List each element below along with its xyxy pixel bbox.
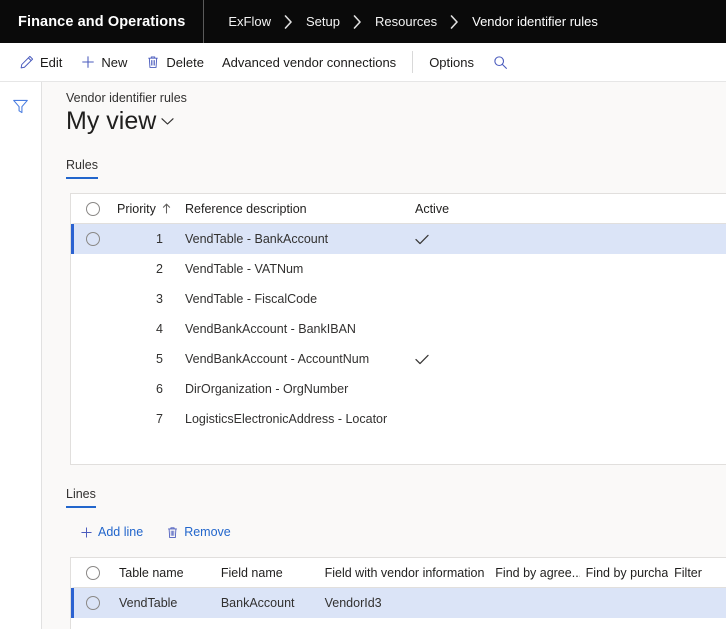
breadcrumb-item-setup[interactable]: Setup	[304, 14, 342, 29]
rules-grid-empty-row	[71, 434, 726, 464]
lines-column-field-with-vendor-information[interactable]: Field with vendor information	[319, 566, 490, 580]
table-row[interactable]: 5 VendBankAccount - AccountNum	[71, 344, 726, 374]
cell-priority: 6	[156, 382, 163, 396]
row-select-radio[interactable]	[85, 232, 100, 246]
checkmark-icon	[415, 234, 487, 245]
trash-icon	[145, 55, 160, 70]
page-body: Vendor identifier rules My view Rules Pr…	[0, 82, 726, 629]
breadcrumb-item-exflow[interactable]: ExFlow	[226, 14, 273, 29]
chevron-right-icon	[439, 14, 470, 29]
table-row[interactable]: VendTable BankAccount VendorId3	[71, 588, 726, 618]
rules-column-priority-label: Priority	[117, 201, 156, 216]
edit-button-label: Edit	[40, 54, 63, 70]
cell-reference-description: VendTable - FiscalCode	[185, 292, 318, 306]
plus-icon	[80, 55, 95, 70]
tab-lines[interactable]: Lines	[66, 487, 96, 508]
cell-priority: 7	[156, 412, 163, 426]
rules-grid: Priority Reference description Active 1 …	[70, 193, 726, 465]
advanced-vendor-connections-button[interactable]: Advanced vendor connections	[213, 47, 405, 77]
main-content: Vendor identifier rules My view Rules Pr…	[42, 82, 726, 629]
filter-pane-button[interactable]	[9, 94, 33, 118]
lines-column-find-by-agreement[interactable]: Find by agree...	[489, 566, 579, 580]
new-button[interactable]: New	[71, 47, 136, 77]
lines-column-find-by-purchase[interactable]: Find by purcha...	[580, 566, 668, 580]
lines-grid-header: Table name Field name Field with vendor …	[71, 558, 726, 588]
breadcrumb-item-vendor-identifier-rules[interactable]: Vendor identifier rules	[470, 14, 600, 29]
new-button-label: New	[101, 54, 128, 70]
lines-column-table-name[interactable]: Table name	[111, 566, 215, 580]
lines-action-bar: Add line Remove	[70, 521, 726, 543]
add-line-button[interactable]: Add line	[70, 521, 152, 543]
page-caption: Vendor identifier rules	[66, 91, 187, 105]
options-button-label: Options	[429, 54, 474, 70]
view-selector[interactable]: My view	[66, 107, 174, 136]
cell-reference-description: VendTable - BankAccount	[185, 232, 329, 246]
rules-column-reference-description[interactable]: Reference description	[173, 202, 403, 216]
edit-button[interactable]: Edit	[10, 47, 71, 77]
cell-reference-description: VendBankAccount - BankIBAN	[185, 322, 356, 336]
top-navigation-bar: Finance and Operations ExFlow Setup Reso…	[0, 0, 726, 43]
cell-reference-description: LogisticsElectronicAddress - Locator	[185, 412, 388, 426]
cell-priority: 5	[156, 352, 163, 366]
cell-reference-description: VendBankAccount - AccountNum	[185, 352, 370, 366]
command-bar-divider	[412, 51, 414, 73]
filter-icon	[12, 98, 29, 115]
chevron-right-icon	[273, 14, 304, 29]
rules-column-active[interactable]: Active	[403, 202, 493, 216]
rules-column-priority[interactable]: Priority	[111, 202, 173, 216]
add-line-label: Add line	[98, 525, 144, 539]
delete-button[interactable]: Delete	[136, 47, 213, 77]
table-row[interactable]: 4 VendBankAccount - BankIBAN	[71, 314, 726, 344]
breadcrumb: ExFlow Setup Resources Vendor identifier…	[204, 14, 600, 29]
cell-reference-description: VendTable - VATNum	[185, 262, 304, 276]
table-row[interactable]: 1 VendTable - BankAccount	[71, 224, 726, 254]
search-icon	[493, 55, 508, 70]
table-row[interactable]: 2 VendTable - VATNum	[71, 254, 726, 284]
cell-field-name: BankAccount	[220, 596, 295, 610]
chevron-right-icon	[342, 14, 373, 29]
cell-priority: 4	[156, 322, 163, 336]
command-bar: Edit New Delete Advanced vendor connecti…	[0, 43, 726, 82]
delete-button-label: Delete	[166, 54, 204, 70]
remove-line-button[interactable]: Remove	[156, 521, 240, 543]
page-title: My view	[66, 107, 157, 135]
cell-active	[403, 354, 493, 365]
cell-active	[403, 234, 493, 245]
left-rail	[0, 82, 42, 629]
table-row[interactable]: 6 DirOrganization - OrgNumber	[71, 374, 726, 404]
row-select-radio[interactable]	[85, 596, 100, 610]
lines-select-all-cell[interactable]	[74, 565, 111, 580]
cell-field-with-vendor-information: VendorId3	[324, 596, 382, 610]
trash-icon	[165, 525, 179, 539]
rules-grid-header: Priority Reference description Active	[71, 194, 726, 224]
pencil-icon	[19, 55, 34, 70]
select-all-radio[interactable]	[85, 565, 100, 580]
cell-priority: 2	[156, 262, 163, 276]
cell-reference-description: DirOrganization - OrgNumber	[185, 382, 349, 396]
cell-priority: 1	[156, 232, 163, 246]
plus-icon	[79, 525, 93, 539]
remove-line-label: Remove	[184, 525, 231, 539]
advanced-vendor-connections-label: Advanced vendor connections	[222, 54, 397, 70]
breadcrumb-item-resources[interactable]: Resources	[373, 14, 439, 29]
cell-priority: 3	[156, 292, 163, 306]
table-row[interactable]: 3 VendTable - FiscalCode	[71, 284, 726, 314]
select-all-radio[interactable]	[85, 201, 100, 216]
cell-table-name: VendTable	[119, 596, 178, 610]
lines-grid-empty-row	[71, 618, 726, 629]
checkmark-icon	[415, 354, 487, 365]
table-row[interactable]: 7 LogisticsElectronicAddress - Locator	[71, 404, 726, 434]
options-button[interactable]: Options	[420, 47, 483, 77]
tab-rules[interactable]: Rules	[66, 158, 98, 179]
lines-column-filter[interactable]: Filter	[668, 566, 726, 580]
lines-grid: Table name Field name Field with vendor …	[70, 557, 726, 629]
search-button[interactable]	[483, 47, 518, 77]
row-select-cell[interactable]	[74, 232, 111, 246]
lines-column-field-name[interactable]: Field name	[215, 566, 319, 580]
sort-ascending-icon	[162, 202, 171, 216]
app-brand-title: Finance and Operations	[18, 13, 186, 30]
chevron-down-icon	[161, 117, 174, 126]
row-select-cell[interactable]	[74, 596, 111, 610]
rules-select-all-cell[interactable]	[74, 201, 111, 216]
